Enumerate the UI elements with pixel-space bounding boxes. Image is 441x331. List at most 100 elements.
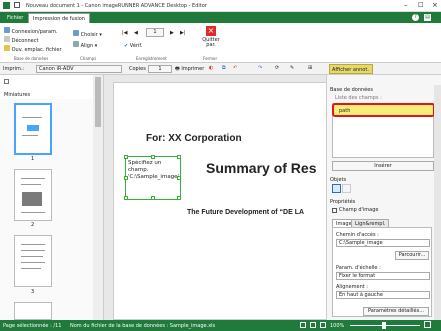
image-field-label: Champ d'image [339, 207, 379, 213]
thumbnails-title: Miniatures [4, 92, 31, 98]
choose-icon [73, 30, 79, 36]
thumbnail-scrollbar[interactable] [93, 75, 103, 320]
thumbnail-page-2[interactable] [14, 169, 52, 221]
close-button[interactable]: × [432, 1, 438, 9]
view-icon-3[interactable] [320, 322, 326, 328]
align-label: Align [80, 43, 94, 49]
window-title: Nouveau document 1 - Canon imageRUNNER A… [26, 3, 207, 9]
open-location-button[interactable]: Ouv. emplac. fichier [4, 45, 62, 53]
view-icon-2[interactable] [310, 322, 316, 328]
toolbar-edit-icon[interactable]: ✎ [290, 65, 294, 71]
browse-button[interactable]: Parcourir... [395, 251, 429, 260]
path-field[interactable]: C:\Sample_image [336, 239, 430, 247]
properties-scrollbar[interactable] [434, 85, 441, 320]
thumbnail-scroll-thumb[interactable] [95, 77, 101, 127]
first-record-icon[interactable]: |◀ [122, 30, 128, 36]
align-button[interactable]: Align ▾ [73, 41, 97, 49]
thumbnail-pane: Miniatures 1 2 3 [0, 75, 104, 320]
open-location-label: Ouv. emplac. fichier [11, 47, 62, 53]
settings-icon[interactable]: ▤ [424, 14, 431, 21]
field-list[interactable]: path [332, 103, 435, 158]
verif-button[interactable]: ✔ Vérif. [124, 43, 142, 49]
group-label-enregistrement: Enregistrement [136, 56, 167, 61]
resize-handle-s[interactable] [151, 196, 155, 200]
image-field-checkbox[interactable] [332, 208, 337, 213]
copies-field[interactable]: 1 [148, 65, 172, 73]
object-other-icon[interactable] [342, 184, 351, 193]
resize-handle-sw[interactable] [124, 196, 128, 200]
ribbon-tabs: Fichier Impression de fusion ? ▤ [0, 12, 441, 23]
zoom-slider-thumb[interactable] [382, 322, 386, 329]
align-select[interactable]: En haut à gauche [336, 291, 430, 299]
check-icon: ✔ [124, 43, 129, 49]
thumbnail-label-2: 2 [31, 222, 35, 228]
print-button[interactable]: 🖶 Imprimer [175, 66, 204, 74]
image-field-text: Spécifiez un champ. 'C:\Sample_image' [128, 160, 180, 180]
deconnect-button[interactable]: Déconnect [4, 36, 38, 44]
db-section-title: Base de données [330, 87, 373, 93]
fit-page-icon[interactable] [424, 321, 431, 328]
print-label: Imprimer [181, 66, 205, 72]
view-icon-1[interactable] [300, 322, 306, 328]
properties-pane: Base de données Liste des champs : path … [326, 75, 441, 320]
last-record-icon[interactable]: ▶| [180, 30, 186, 36]
group-label-champs: Champs [80, 56, 97, 61]
document-subtitle: The Future Development of “DE LA [187, 209, 305, 216]
toolbar-color-icon[interactable]: ◐ [209, 65, 213, 71]
field-list-label: Liste des champs : [335, 95, 382, 101]
maximize-button[interactable]: □ [418, 1, 424, 8]
resize-handle-nw[interactable] [124, 155, 128, 159]
thumbnail-page-1[interactable] [14, 103, 52, 155]
status-db-file: Nom du fichier de la base de données : S… [70, 323, 216, 329]
thumbnail-label-1: 1 [31, 156, 35, 162]
tab-fichier[interactable]: Fichier [3, 13, 27, 23]
printer-select[interactable]: Canon iR-ADV [36, 65, 122, 73]
field-list-item-highlight[interactable]: path [332, 103, 435, 117]
ribbon: Connexion/param. Déconnect Ouv. emplac. … [0, 23, 441, 63]
field-list-item: path [339, 108, 351, 114]
resize-handle-w[interactable] [124, 176, 128, 180]
insert-button[interactable]: Insérer [332, 161, 434, 171]
image-field-box[interactable]: Spécifiez un champ. 'C:\Sample_image' [124, 155, 181, 200]
scale-label: Param. d'échelle : [336, 265, 381, 271]
object-image-icon[interactable] [332, 184, 341, 193]
resize-handle-ne[interactable] [177, 155, 181, 159]
thumbnail-view-icon[interactable] [4, 79, 9, 84]
align-icon [73, 41, 79, 47]
group-label-base-donnees: Base de données [14, 56, 49, 61]
zoom-value: 100% [330, 323, 345, 329]
afficher-annot-button[interactable]: Afficher annot. [329, 64, 373, 74]
status-page: Page sélectionnée : /11 [3, 323, 62, 329]
quick-save-icon[interactable] [14, 2, 20, 8]
toolbar-undo-icon[interactable]: ↶ [233, 65, 237, 71]
toolbar-view-icon[interactable]: ⊞ [308, 65, 312, 71]
details-button[interactable]: Paramètres détaillés... [363, 307, 429, 316]
disconnect-icon [4, 36, 10, 42]
properties-body: Chemin d'accès : C:\Sample_image Parcour… [332, 227, 432, 317]
record-number-field[interactable]: 1 [146, 28, 164, 37]
scale-select[interactable]: Fixer le format [336, 272, 430, 280]
title-bar: Nouveau document 1 - Canon imageRUNNER A… [0, 0, 441, 12]
choisir-button[interactable]: Choisir ▾ [73, 30, 102, 38]
toolbar-redo-icon[interactable]: ↷ [258, 65, 262, 71]
minimize-button[interactable]: – [404, 1, 408, 9]
thumbnail-page-3[interactable] [14, 235, 52, 287]
toolbar: Imprim.: Canon iR-ADV Copies 1 🖶 Imprime… [0, 63, 441, 75]
connexion-button[interactable]: Connexion/param. [4, 27, 58, 35]
next-record-icon[interactable]: ▶ [170, 30, 174, 36]
thumbnail-page-4[interactable] [14, 302, 52, 320]
deconnect-label: Déconnect [11, 38, 39, 44]
verif-label: Vérif. [129, 43, 143, 49]
document-page[interactable]: For: XX Corporation Spécifiez un champ. … [113, 82, 329, 320]
printer-icon: 🖶 [175, 66, 180, 72]
toolbar-refresh-icon[interactable]: ⟳ [275, 65, 279, 71]
help-icon[interactable]: ? [412, 14, 419, 21]
toolbar-copy-icon[interactable]: ⧉ [222, 65, 226, 71]
resize-handle-e[interactable] [177, 176, 181, 180]
resize-handle-se[interactable] [177, 196, 181, 200]
resize-handle-n[interactable] [151, 155, 155, 159]
printer-label: Imprim.: [3, 66, 25, 72]
tab-impression-fusion[interactable]: Impression de fusion [28, 13, 90, 23]
prev-record-icon[interactable]: ◀ [134, 30, 138, 36]
folder-icon [4, 45, 10, 51]
